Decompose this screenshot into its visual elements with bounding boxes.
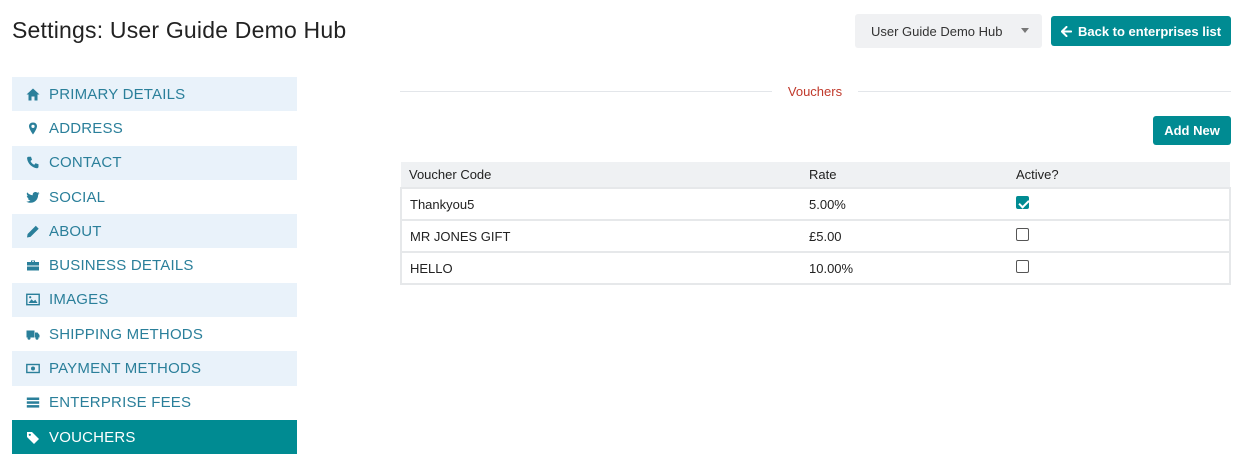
money-icon	[25, 362, 41, 376]
sidebar-item-label: SHIPPING METHODS	[49, 325, 204, 343]
voucher-code: HELLO	[400, 251, 801, 285]
fees-icon	[25, 396, 41, 410]
sidebar-item-label: IMAGES	[49, 291, 109, 309]
sidebar-item-label: ADDRESS	[49, 119, 123, 137]
divider	[858, 91, 1231, 92]
voucher-rate: 5.00%	[801, 187, 1008, 220]
column-header-rate: Rate	[801, 162, 1008, 188]
hub-select[interactable]: User Guide Demo Hub	[855, 14, 1042, 48]
tags-icon	[25, 430, 41, 444]
divider	[400, 91, 772, 92]
voucher-code: MR JONES GIFT	[400, 219, 801, 252]
page-title: Settings: User Guide Demo Hub	[12, 17, 347, 43]
sidebar-item-shipping-methods[interactable]: SHIPPING METHODS	[12, 317, 297, 352]
sidebar-item-social[interactable]: SOCIAL	[12, 179, 297, 215]
voucher-code: Thankyou5	[400, 187, 801, 220]
briefcase-icon	[25, 259, 41, 273]
pencil-icon	[25, 224, 41, 238]
sidebar-item-images[interactable]: IMAGES	[12, 282, 297, 318]
sidebar-item-label: ENTERPRISE FEES	[49, 394, 192, 412]
voucher-rate: 10.00%	[801, 251, 1008, 285]
sidebar-item-contact[interactable]: CONTACT	[12, 145, 297, 180]
vouchers-table: Voucher Code Rate Active? Thankyou5 5.00…	[400, 162, 1231, 285]
active-checkbox[interactable]	[1016, 196, 1029, 209]
home-icon	[25, 87, 41, 101]
sidebar-item-enterprise-fees[interactable]: ENTERPRISE FEES	[12, 385, 297, 420]
column-header-voucher-code: Voucher Code	[401, 162, 801, 188]
sidebar-item-label: SOCIAL	[49, 188, 106, 206]
phone-icon	[25, 156, 41, 170]
sidebar-item-label: PRIMARY DETAILS	[49, 85, 186, 103]
section-title: Vouchers	[787, 84, 843, 99]
sidebar-item-address[interactable]: ADDRESS	[12, 111, 297, 146]
table-row: Thankyou5 5.00%	[400, 187, 1231, 220]
map-marker-icon	[25, 121, 41, 135]
column-header-active: Active?	[1008, 162, 1230, 188]
sidebar-item-label: PAYMENT METHODS	[49, 360, 202, 378]
vouchers-section-header: Vouchers	[400, 84, 1231, 100]
sidebar-item-business-details[interactable]: BUSINESS DETAILS	[12, 248, 297, 283]
caret-down-icon	[1021, 28, 1029, 33]
arrow-left-icon	[1060, 25, 1072, 37]
active-checkbox[interactable]	[1016, 260, 1029, 273]
sidebar-item-label: ABOUT	[49, 222, 102, 240]
sidebar-item-vouchers[interactable]: VOUCHERS	[12, 419, 297, 455]
settings-sidebar: PRIMARY DETAILS ADDRESS CONTACT SOCIAL A…	[12, 77, 297, 455]
image-icon	[25, 293, 41, 307]
back-to-enterprises-button[interactable]: Back to enterprises list	[1051, 16, 1231, 46]
voucher-rate: £5.00	[801, 219, 1008, 252]
sidebar-item-payment-methods[interactable]: PAYMENT METHODS	[12, 351, 297, 386]
twitter-icon	[25, 190, 41, 204]
table-row: HELLO 10.00%	[400, 251, 1231, 285]
table-row: MR JONES GIFT £5.00	[400, 219, 1231, 252]
sidebar-item-label: BUSINESS DETAILS	[49, 257, 194, 275]
active-checkbox[interactable]	[1016, 228, 1029, 241]
sidebar-item-label: VOUCHERS	[49, 428, 136, 446]
back-button-label: Back to enterprises list	[1077, 23, 1222, 39]
sidebar-item-label: CONTACT	[49, 154, 122, 172]
table-header-row: Voucher Code Rate Active?	[401, 162, 1230, 188]
sidebar-item-about[interactable]: ABOUT	[12, 214, 297, 249]
add-new-button[interactable]: Add New	[1153, 116, 1231, 145]
sidebar-item-primary-details[interactable]: PRIMARY DETAILS	[12, 77, 297, 112]
hub-select-value: User Guide Demo Hub	[871, 23, 1003, 39]
truck-icon	[25, 327, 41, 341]
